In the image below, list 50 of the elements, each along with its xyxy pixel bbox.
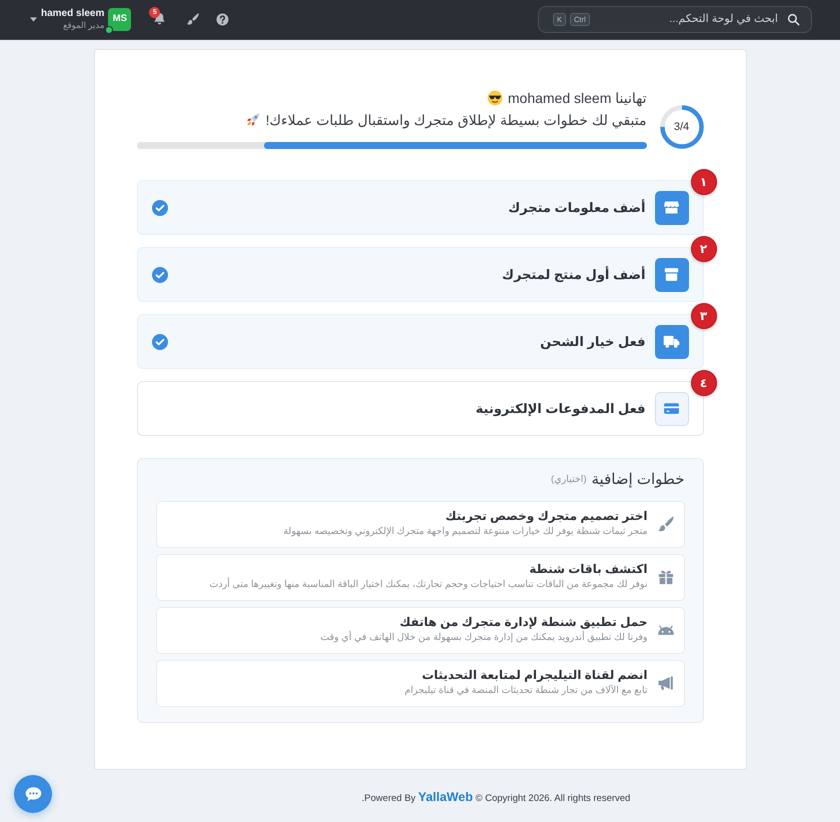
progress-ring: [660, 105, 704, 149]
check-circle-icon: [152, 266, 168, 282]
box-icon: [663, 266, 680, 283]
sunglasses-face-icon: [486, 90, 503, 106]
step-title: أضف أول منتج لمتجرك: [502, 265, 646, 284]
step-title: أضف معلومات متجرك: [508, 198, 646, 218]
search-input[interactable]: ابحث في لوحة التحكم...: [598, 11, 778, 28]
user-name: hamed sleem: [41, 8, 104, 20]
step-number-badge: ٤: [690, 370, 716, 396]
brush-icon[interactable]: [186, 12, 200, 26]
chat-bubble-icon: [24, 786, 42, 802]
extra-step-card[interactable]: اختر تصميم متجرك وخصص تجربتك متجر ثيمات شنطة يوفر لك خيارات متنوعة لتصميم واجهة متجرك الإلكتروني وتخصيصه بسهولة: [156, 500, 684, 548]
caret-icon[interactable]: [30, 16, 37, 22]
step-card[interactable]: أضف معلومات متجرك: [136, 180, 704, 235]
credit-card-icon: [663, 400, 680, 417]
welcome-message: متبقي لك خطوات بسيطة لإطلاق متجرك واستقبال طلبات عملاءك!: [266, 111, 646, 130]
gift-icon: [656, 568, 674, 586]
megaphone-icon: [656, 674, 674, 692]
rocket-icon: [244, 112, 261, 128]
step-number-badge: ١: [690, 169, 716, 195]
section-title: خطوات إضافية: [592, 470, 684, 490]
user-role: مدير الموقع: [62, 20, 104, 32]
step-number-badge: ٣: [690, 303, 716, 329]
search-icon: [787, 13, 800, 26]
truck-icon: [663, 333, 680, 350]
extra-step-card[interactable]: انضم لقناة التيليجرام لمتابعة التحديثات تابع مع الآلاف من تجار شنطة تحديثات المنصة في قناة تيليجرام: [156, 660, 684, 706]
optional-label: (اختياري): [551, 473, 586, 488]
extra-step-description: وفرنا لك تطبيق أندرويد يمكنك من إدارة متجرك بسهولة من خلال الهاتف في أي وقت: [320, 631, 648, 646]
extra-step-title: اكتشف باقات شنطة: [528, 561, 648, 578]
extra-step-title: اختر تصميم متجرك وخصص تجربتك: [444, 508, 648, 526]
step-title: فعل المدفوعات الإلكترونية: [476, 400, 646, 418]
extra-step-description: تابع مع الآلاف من تجار شنطة تحديثات المنصة في قناة تيليجرام: [404, 684, 648, 698]
step-title: فعل خيار الشحن: [540, 332, 646, 352]
greeting-text: تهانينا mohamed sleem: [508, 89, 646, 108]
extra-step-description: نوفر لك مجموعة من الباقات تناسب احتياجات وحجم تجارتك، يمكنك اختيار الباقة المناسبة منها وتغييرها متى أردت: [209, 578, 648, 592]
progress-count: 3/4: [674, 120, 690, 135]
check-circle-icon: [152, 334, 168, 350]
help-icon[interactable]: [216, 12, 230, 26]
extra-step-title: انضم لقناة التيليجرام لمتابعة التحديثات: [420, 667, 648, 684]
extra-step-description: متجر ثيمات شنطة يوفر لك خيارات متنوعة لتصميم واجهة متجرك الإلكتروني وتخصيصه بسهولة: [283, 525, 648, 540]
brush-icon: [656, 515, 674, 533]
chat-button[interactable]: [14, 775, 52, 813]
copyright-text: .Powered By YallaWeb © Copyright 2026. All rights reserved: [362, 789, 630, 806]
step-number-badge: ٢: [690, 236, 716, 262]
check-circle-icon: [152, 200, 168, 216]
brand-link[interactable]: YallaWeb: [418, 790, 473, 804]
store-icon: [663, 199, 680, 216]
extra-step-card[interactable]: حمل تطبيق شنطة لإدارة متجرك من هاتفك وفرنا لك تطبيق أندرويد يمكنك من إدارة متجرك بسهولة من خلال الهاتف في أي وقت: [156, 606, 684, 654]
extra-step-card[interactable]: اكتشف باقات شنطة نوفر لك مجموعة من الباقات تناسب احتياجات وحجم تجارتك، يمكنك اختيار الباقة المناسبة منها وتغييرها متى أردت: [156, 554, 684, 600]
extra-step-title: حمل تطبيق شنطة لإدارة متجرك من هاتفك: [398, 614, 648, 630]
